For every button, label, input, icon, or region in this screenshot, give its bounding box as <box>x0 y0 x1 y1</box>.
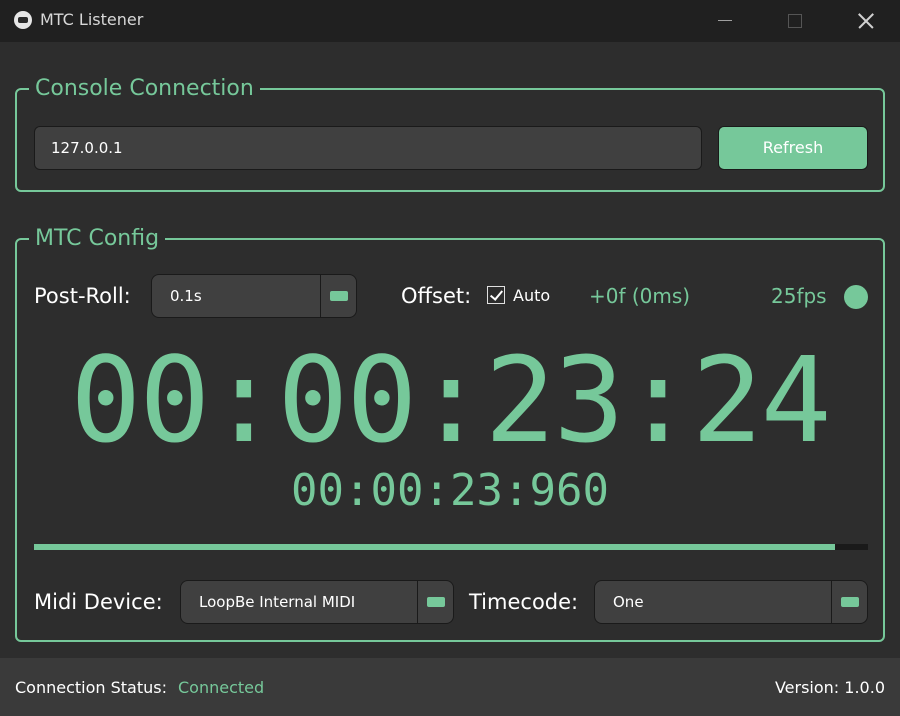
window-title: MTC Listener <box>40 10 144 29</box>
offset-label: Offset: <box>401 284 472 308</box>
timecode-label: Timecode: <box>469 590 579 614</box>
status-dot-icon <box>844 285 868 309</box>
auto-offset-checkbox[interactable] <box>487 286 505 304</box>
maximize-icon[interactable] <box>760 0 830 42</box>
connection-status-label: Connection Status: <box>15 678 167 697</box>
midi-device-value: LoopBe Internal MIDI <box>199 593 356 611</box>
app-logo-icon <box>14 11 32 29</box>
console-connection-legend: Console Connection <box>29 76 260 102</box>
minimize-icon[interactable] <box>690 0 760 42</box>
post-roll-label: Post-Roll: <box>34 284 131 308</box>
auto-offset-label: Auto <box>513 286 551 305</box>
connection-status-value: Connected <box>178 678 265 697</box>
dropdown-arrow-icon[interactable] <box>831 581 867 623</box>
title-bar: MTC Listener <box>0 0 900 42</box>
dropdown-arrow-icon[interactable] <box>320 275 356 317</box>
mtc-config-legend: MTC Config <box>29 226 166 252</box>
timecode-value: One <box>613 593 644 611</box>
midi-device-select[interactable]: LoopBe Internal MIDI <box>180 580 454 624</box>
post-roll-value: 0.1s <box>170 287 202 305</box>
timecode-ms-display: 00:00:23:960 <box>291 465 609 516</box>
refresh-button[interactable]: Refresh <box>718 126 868 170</box>
close-icon[interactable] <box>830 0 900 42</box>
timecode-select[interactable]: One <box>594 580 868 624</box>
status-bar: Connection Status: Connected Version: 1.… <box>0 658 900 716</box>
console-connection-group: Console Connection Refresh <box>15 76 885 192</box>
dropdown-arrow-icon[interactable] <box>417 581 453 623</box>
frame-progress-fill <box>34 544 835 550</box>
version-label: Version: 1.0.0 <box>774 678 885 697</box>
midi-device-label: Midi Device: <box>34 590 163 614</box>
frame-progress-bar <box>34 544 868 550</box>
ip-address-input[interactable] <box>34 126 702 170</box>
timecode-display: 00:00:23:24 <box>70 331 831 469</box>
fps-label: 25fps <box>771 284 827 308</box>
mtc-config-group: MTC Config Post-Roll: 0.1s Offset: Auto … <box>15 226 885 642</box>
offset-value: +0f (0ms) <box>589 284 691 308</box>
post-roll-select[interactable]: 0.1s <box>151 274 357 318</box>
